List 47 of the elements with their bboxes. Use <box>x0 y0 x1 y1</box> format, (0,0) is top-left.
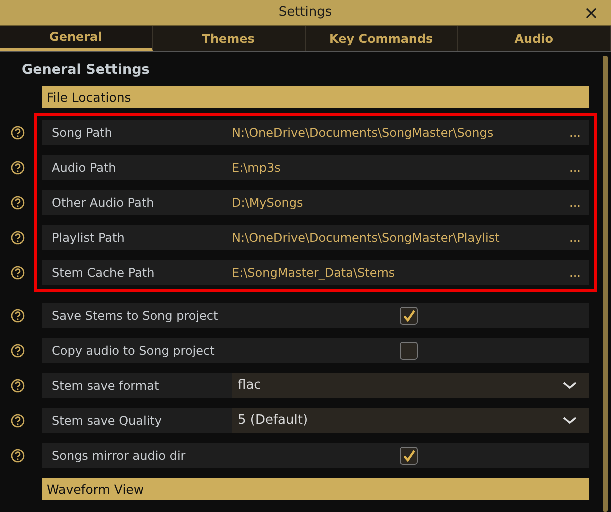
setting-label: Save Stems to Song project <box>51 308 220 322</box>
help-icon[interactable] <box>11 414 25 428</box>
setting-label: Stem Cache Path <box>51 266 156 280</box>
setting-label: Stem save format <box>51 378 160 392</box>
help-icon[interactable] <box>11 266 25 280</box>
help-icon[interactable] <box>11 308 25 322</box>
tab[interactable]: Key Commands <box>306 26 458 51</box>
dropdown[interactable]: flac <box>232 373 589 398</box>
help-icon[interactable] <box>11 344 25 358</box>
help-icon[interactable] <box>11 126 25 140</box>
setting-label: Audio Path <box>51 160 118 174</box>
tab[interactable]: General <box>0 26 153 51</box>
page-heading: General Settings <box>22 62 151 78</box>
path-value: E:\mp3s <box>232 160 282 174</box>
browse-button[interactable]: ... <box>570 160 581 174</box>
setting-label: Copy audio to Song project <box>51 344 216 358</box>
checkbox[interactable] <box>400 342 418 360</box>
section-header: Waveform View <box>42 478 589 500</box>
help-icon[interactable] <box>11 448 25 462</box>
chevron-down-icon <box>563 416 577 424</box>
help-icon[interactable] <box>11 196 25 210</box>
path-value: D:\MySongs <box>232 196 304 210</box>
dropdown[interactable]: 5 (Default) <box>232 408 589 433</box>
checkbox[interactable] <box>400 306 418 324</box>
path-value: N:\OneDrive\Documents\SongMaster\Songs <box>232 126 495 140</box>
browse-button[interactable]: ... <box>570 266 581 280</box>
window-title: Settings <box>278 5 332 20</box>
scrollbar[interactable] <box>603 56 608 512</box>
setting-label: Song Path <box>51 126 114 140</box>
chevron-down-icon <box>563 382 577 390</box>
setting-label: Stem save Quality <box>51 414 163 428</box>
setting-label: Songs mirror audio dir <box>51 448 187 462</box>
checkbox[interactable] <box>400 446 418 464</box>
setting-label: Playlist Path <box>51 230 126 244</box>
browse-button[interactable]: ... <box>570 230 581 244</box>
tab[interactable]: Audio <box>458 26 611 51</box>
path-value: E:\SongMaster_Data\Stems <box>232 266 396 280</box>
setting-label: Other Audio Path <box>51 196 156 210</box>
section-header: File Locations <box>42 86 589 108</box>
tab[interactable]: Themes <box>152 26 306 51</box>
help-icon[interactable] <box>11 230 25 244</box>
help-icon[interactable] <box>11 160 25 174</box>
close-button[interactable]: × <box>584 4 599 24</box>
browse-button[interactable]: ... <box>570 126 581 140</box>
help-icon[interactable] <box>11 378 25 392</box>
browse-button[interactable]: ... <box>570 196 581 210</box>
path-value: N:\OneDrive\Documents\SongMaster\Playlist <box>232 230 501 244</box>
